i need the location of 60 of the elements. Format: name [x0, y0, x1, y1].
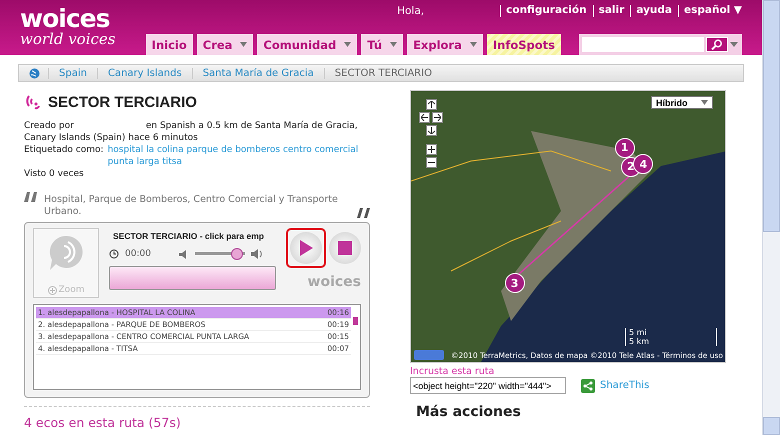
logo-wordmark[interactable]: woices [20, 6, 116, 32]
arrow-right-icon [434, 114, 441, 121]
quote-open-icon [24, 192, 38, 202]
tags-label: Etiquetado como: [24, 144, 104, 157]
plus-icon [428, 146, 434, 153]
embed-code-field[interactable]: <object height="220" width="444"> [410, 377, 566, 394]
search-field[interactable] [582, 37, 704, 52]
quote-close-icon [356, 208, 370, 218]
breadcrumb-link[interactable]: SECTOR TERCIARIO [324, 68, 442, 78]
clock-icon [109, 249, 119, 259]
nav-tab[interactable]: Tú [361, 34, 404, 55]
route-title: SECTOR TERCIARIO [48, 94, 197, 110]
nav-tab[interactable]: Comunidad [257, 34, 358, 55]
route-info-text: Creado por en Spanish a 0.5 km de Santa María de Gracia, Canary Islands (Spain) hace 6 minutos [24, 120, 359, 144]
arrow-left-icon [421, 114, 428, 121]
progress-bar[interactable] [109, 266, 276, 290]
arrow-up-icon [428, 101, 434, 108]
search-button[interactable] [706, 37, 728, 52]
pan-right-button[interactable] [432, 112, 443, 123]
nav-tab[interactable]: Explora [407, 34, 483, 55]
views-count: Visto 0 veces [24, 168, 85, 180]
minus-icon [428, 159, 434, 166]
zoom-in-icon [48, 286, 57, 294]
pan-up-button[interactable] [426, 99, 436, 110]
pan-down-button[interactable] [426, 125, 436, 136]
play-button[interactable] [286, 228, 326, 268]
track-title: SECTOR TERCIARIO - click para emp [112, 231, 265, 242]
stop-icon [338, 241, 352, 255]
globe-icon[interactable] [29, 68, 40, 78]
play-icon [299, 240, 313, 256]
more-actions-heading: Más acciones [416, 404, 522, 420]
route-description: Hospital, Parque de Bomberos, Centro Comercial y Transporte Urbano. [44, 194, 339, 218]
speaker-icon [178, 250, 187, 258]
echoes-heading: 4 ecos en esta ruta (57s) [24, 415, 182, 430]
search-icon [711, 39, 723, 50]
caret-icon [701, 100, 708, 105]
stop-button[interactable] [329, 232, 361, 264]
embed-label: Incrusta esta ruta [410, 366, 496, 377]
header-link[interactable]: español ▼ [678, 5, 742, 17]
volume-handle[interactable] [231, 248, 244, 260]
zoom-out-button[interactable] [426, 157, 436, 168]
nav-tab[interactable]: Inicio [146, 34, 193, 55]
header-link[interactable]: ayuda [630, 5, 672, 17]
zoom-in-button[interactable] [426, 144, 436, 155]
speaker-loud-icon [250, 249, 263, 259]
logo-tagline: world voices [20, 32, 116, 46]
greeting-text: Hola, [397, 5, 424, 17]
pan-left-button[interactable] [419, 112, 430, 123]
map-type-select[interactable]: Híbrido [651, 96, 713, 109]
caret-icon[interactable] [730, 42, 738, 47]
nav-tab[interactable]: Crea [196, 34, 254, 55]
header-link[interactable]: salir [592, 5, 624, 17]
share-icon [581, 378, 595, 392]
player-logo: woices [308, 274, 361, 290]
nav-tab[interactable]: InfoSpots [486, 34, 561, 55]
header-link[interactable]: configuración [500, 5, 587, 17]
arrow-down-icon [428, 127, 434, 134]
map-scale: 5 mi 5 km [625, 328, 717, 346]
elapsed-time: 00:00 [125, 249, 151, 259]
page-scrollbar[interactable] [762, 0, 780, 435]
